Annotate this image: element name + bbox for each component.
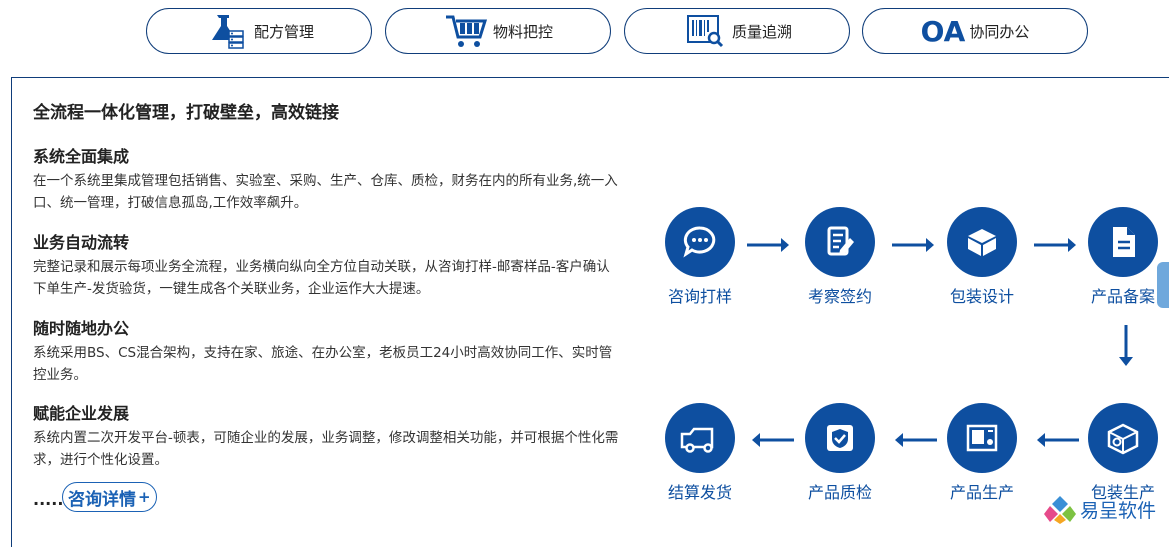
section-body: 系统采用BS、CS混合架构，支持在家、旅途、在办公室，老板员工24小时高效协同工… <box>33 345 613 383</box>
file-icon <box>1088 207 1158 277</box>
section-title: 系统全面集成 <box>33 147 130 166</box>
tab-quality-traceability[interactable]: 质量追溯 <box>624 8 850 54</box>
tab-collaborative-office[interactable]: OA 协同办公 <box>862 8 1088 54</box>
tab-formula-management[interactable]: 配方管理 <box>146 8 372 54</box>
consult-details-label: 咨询详情 <box>68 489 136 510</box>
arrow-left-icon <box>895 433 937 447</box>
arrow-left-icon <box>752 433 794 447</box>
brand-name: 易呈软件 <box>1080 499 1157 522</box>
box-gear-icon <box>1088 403 1158 473</box>
section-body: 完整记录和展示每项业务全流程，业务横向纵向全方位自动关联，从咨询打样-邮寄样品-… <box>33 259 610 297</box>
flow-step-label: 结算发货 <box>667 483 732 502</box>
flow-step-label: 考察签约 <box>807 287 872 306</box>
truck-icon <box>665 403 735 473</box>
side-float-tab[interactable] <box>1157 262 1169 308</box>
shield-check-icon <box>805 403 875 473</box>
headline: 全流程一体化管理，打破壁垒，高效链接 <box>33 103 339 123</box>
flow-step-label: 咨询打样 <box>667 287 732 306</box>
document-pen-icon <box>805 207 875 277</box>
consult-details-button[interactable]: 咨询详情 + <box>62 482 157 512</box>
cart-icon <box>443 11 489 51</box>
flow-step-label: 产品生产 <box>949 483 1014 502</box>
plus-icon: + <box>138 488 151 506</box>
box-design-icon <box>947 207 1017 277</box>
oa-logo-icon: OA <box>920 14 966 48</box>
section-title: 业务自动流转 <box>33 233 130 252</box>
brand-logo: 易呈软件 <box>1044 494 1156 524</box>
flow-step-quality-inspection: 产品质检 <box>780 403 900 503</box>
flow-step-label: 产品质检 <box>807 483 872 502</box>
arrow-left-icon <box>1037 433 1079 447</box>
ellipsis: ..... <box>33 490 64 509</box>
flow-step-label: 包装设计 <box>949 287 1014 306</box>
section-body: 在一个系统里集成管理包括销售、实验室、采购、生产、仓库、质检，财务在内的所有业务… <box>33 173 618 211</box>
tab-label: 协同办公 <box>969 22 1030 41</box>
flask-server-icon <box>204 11 250 51</box>
flow-step-consult-sample: 咨询打样 <box>640 207 760 307</box>
section-title: 随时随地办公 <box>33 319 130 338</box>
module-tabs: 配方管理 物料把控 质量追溯 OA 协同办公 <box>0 0 1169 70</box>
arrow-down-icon <box>1119 325 1133 366</box>
flow-step-production: 产品生产 <box>922 403 1042 503</box>
arrow-right-icon <box>747 238 789 252</box>
tab-label: 配方管理 <box>253 22 314 41</box>
flow-step-package-production: 包装生产 <box>1063 403 1169 503</box>
tab-label: 物料把控 <box>492 22 553 41</box>
flow-step-settle-ship: 结算发货 <box>640 403 760 503</box>
arrow-right-icon <box>1034 238 1076 252</box>
arrow-right-icon <box>892 238 934 252</box>
tab-label: 质量追溯 <box>731 22 792 41</box>
tab-material-control[interactable]: 物料把控 <box>385 8 611 54</box>
flow-step-inspect-sign: 考察签约 <box>780 207 900 307</box>
flow-step-package-design: 包装设计 <box>922 207 1042 307</box>
chat-bubble-icon <box>665 207 735 277</box>
flow-step-label: 产品备案 <box>1090 287 1155 306</box>
section-title: 赋能企业发展 <box>33 404 130 423</box>
brand-logo-icon <box>1044 496 1076 524</box>
section-body: 系统内置二次开发平台-顿表，可随企业的发展，业务调整，修改调整相关功能，并可根据… <box>33 430 619 468</box>
flow-step-product-filing: 产品备案 <box>1063 207 1169 307</box>
barcode-search-icon <box>682 11 728 51</box>
machine-icon <box>947 403 1017 473</box>
